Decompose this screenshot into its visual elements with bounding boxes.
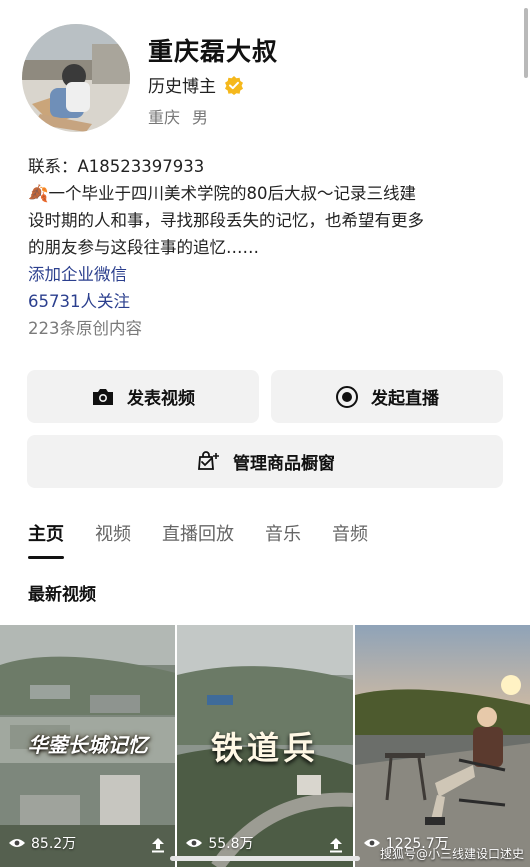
video-card[interactable]: 铁道兵 55.8万 [177, 625, 353, 867]
share-upload-icon[interactable] [329, 837, 343, 853]
publish-video-label: 发表视频 [127, 389, 195, 409]
profile-header: 重庆磊大叔 历史博主 重庆 男 [22, 24, 502, 134]
tab-music[interactable]: 音乐 [265, 520, 301, 546]
profile-bio: 联系：A18523397933 🍂一个毕业于四川美术学院的80后大叔～记录三线建… [28, 153, 503, 342]
home-indicator[interactable] [170, 856, 360, 861]
view-count-text: 55.8万 [208, 836, 254, 852]
camera-icon [93, 388, 113, 405]
video-overlay-title: 华蓥长城记忆 [27, 733, 148, 757]
video-grid: 华蓥长城记忆 85.2万 铁道兵 55.8万 1225.7万 [0, 625, 530, 867]
add-wechat-link[interactable]: 添加企业微信 [28, 261, 503, 288]
view-count: 85.2万 [8, 833, 76, 853]
video-overlay-title: 铁道兵 [210, 729, 319, 767]
live-record-icon [336, 385, 358, 408]
manage-shop-button[interactable]: 管理商品橱窗 [27, 435, 503, 488]
video-card[interactable]: 1225.7万 [354, 625, 530, 867]
watermark-text: 搜狐号@小三线建设口述史 [379, 847, 524, 861]
contact-text: 联系：A18523397933 [28, 157, 205, 176]
shop-window-icon [198, 450, 219, 470]
tab-home[interactable]: 主页 [28, 520, 64, 559]
original-count: 223条原创内容 [28, 319, 142, 338]
share-upload-icon[interactable] [151, 837, 165, 853]
profile-gender: 男 [192, 108, 209, 127]
start-live-button[interactable]: 发起直播 [271, 370, 503, 423]
bio-line-3: 的朋友参与这段往事的追忆…… [28, 238, 259, 257]
eye-icon [363, 839, 380, 847]
view-count: 55.8万 [185, 833, 254, 853]
profile-meta: 重庆 男 [148, 104, 208, 128]
start-live-label: 发起直播 [371, 389, 439, 409]
profile-title: 历史博主 [148, 77, 216, 97]
video-thumbnail-3 [354, 625, 530, 867]
manage-shop-label: 管理商品橱窗 [233, 454, 335, 474]
profile-title-row: 历史博主 [148, 72, 244, 97]
scrollbar[interactable] [524, 8, 528, 78]
latest-videos-heading: 最新视频 [28, 585, 96, 605]
followers-link[interactable]: 65731人关注 [28, 288, 503, 315]
eye-icon [9, 839, 25, 847]
avatar[interactable] [22, 24, 130, 132]
profile-name: 重庆磊大叔 [148, 37, 279, 66]
profile-location: 重庆 [148, 108, 181, 127]
tab-audio[interactable]: 音频 [332, 520, 368, 546]
verified-badge-icon [225, 75, 243, 95]
bio-line-2: 设时期的人和事，寻找那段丢失的记忆，也希望有更多 [28, 211, 424, 230]
eye-icon [186, 839, 203, 847]
bio-line-1: 🍂一个毕业于四川美术学院的80后大叔～记录三线建 [28, 184, 417, 203]
profile-tabs: 主页 视频 直播回放 音乐 音频 [28, 520, 399, 559]
tab-live-replay[interactable]: 直播回放 [162, 520, 234, 546]
video-card[interactable]: 华蓥长城记忆 85.2万 [0, 625, 176, 867]
tab-video[interactable]: 视频 [95, 520, 131, 546]
view-count-text: 85.2万 [31, 836, 77, 852]
publish-video-button[interactable]: 发表视频 [27, 370, 259, 423]
